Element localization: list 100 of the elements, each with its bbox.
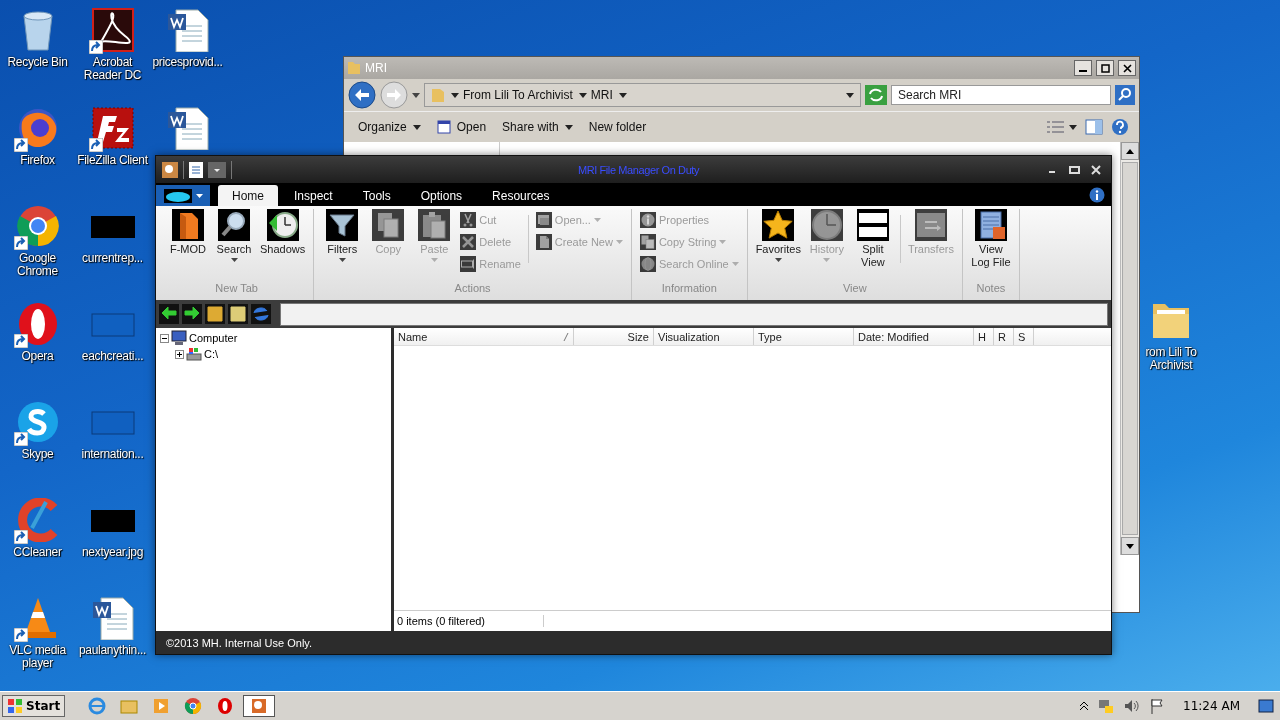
maximize-button[interactable] [1096,60,1114,76]
down-arrow-icon[interactable] [1126,543,1134,549]
column-header[interactable]: Name [394,328,574,345]
clock-icon [810,209,843,241]
forward-button[interactable] [182,304,202,324]
caret-icon [451,92,459,98]
column-header[interactable]: S [1014,328,1034,345]
desktop-icon[interactable]: Firefox [0,104,75,194]
icon-label: VLC media player [8,644,67,670]
ribbon-tab[interactable]: Home [218,185,278,206]
windows-logo-icon [7,698,23,714]
minimize-button[interactable] [1074,60,1092,76]
desktop-icon[interactable]: paulanythin... [75,594,150,684]
cross-icon [460,234,477,250]
app-menu-button[interactable] [156,185,210,206]
scrollbar[interactable] [1120,142,1139,555]
icon-label: eachcreati... [80,350,145,363]
desktop-icon[interactable]: Google Chrome [0,202,75,292]
breadcrumb[interactable]: MRI [590,88,613,102]
flag-icon[interactable] [1149,698,1166,714]
scissors-icon [460,212,477,228]
path-field[interactable] [280,302,1108,326]
notepad-icon[interactable] [189,161,203,178]
collapse-icon[interactable] [160,333,169,343]
ribbon-tab[interactable]: Resources [478,185,564,206]
desktop-icon[interactable]: nextyear.jpg [75,496,150,586]
ribbon-tab[interactable]: Inspect [280,185,347,206]
ribbon-button[interactable]: Split View [850,209,895,269]
up-folder-icon[interactable] [205,304,225,324]
back-button[interactable] [348,81,376,109]
up-arrow-icon[interactable] [1126,148,1134,154]
word-document-icon [165,106,210,150]
icon-label: pricesprovid... [151,56,224,69]
search-icon [218,209,250,241]
icon-label: Google Chrome [16,252,59,278]
preview-pane-icon[interactable] [1085,119,1103,135]
refresh-button[interactable] [865,85,887,105]
column-header[interactable]: Visualization [654,328,754,345]
caret-icon [195,193,203,198]
desktop-icon[interactable]: currentrep... [75,202,150,292]
ribbon-button[interactable]: Favorites [753,209,803,262]
column-header[interactable]: Size [574,328,654,345]
desktop-icon[interactable]: Skype [0,398,75,488]
ribbon-button[interactable]: View Log File [968,209,1013,269]
dropdown-icon[interactable] [208,161,226,178]
start-button[interactable]: Start [2,695,66,717]
ribbon-tab[interactable]: Options [406,185,477,206]
desktop-icon[interactable]: Acrobat Reader DC [75,6,150,96]
info-icon[interactable] [1089,187,1105,203]
desktop-icon[interactable]: FileZilla Client [75,104,150,194]
icon-label: currentrep... [81,252,144,265]
ribbon-button[interactable]: Shadows [258,209,308,256]
toolbar-menu[interactable]: Organize [354,118,425,136]
speaker-icon[interactable] [1123,698,1142,714]
toolbar-button[interactable]: Open [432,118,491,136]
app-icon[interactable] [243,695,276,717]
tree-item[interactable]: Computer [189,332,238,344]
group-label: Notes [976,282,1006,296]
address-bar[interactable]: From Lili To Archivist MRI [424,83,861,107]
column-header[interactable]: Type [754,328,854,345]
maximize-button[interactable] [1067,163,1083,176]
word-document-icon [90,596,135,640]
ribbon-button[interactable]: Search [212,209,256,262]
group-label: New Tab [215,282,258,296]
sort-icon [563,332,569,341]
desktop-icon[interactable]: eachcreati... [75,300,150,390]
ribbon-button[interactable]: F-MOD [166,209,210,256]
icon-label: nextyear.jpg [80,546,145,559]
close-button[interactable] [1118,60,1136,76]
desktop-icon[interactable]: internation... [75,398,150,488]
desktop-icon[interactable]: rom Lili To Archivist [1142,296,1200,386]
funnel-icon [326,209,359,241]
clock[interactable]: 11:24 AM [1183,699,1240,713]
desktop-icon[interactable]: pricesprovid... [150,6,225,96]
toolbar-menu[interactable]: Share with [498,118,577,136]
ribbon-button[interactable]: Filters [320,209,365,262]
tree-item[interactable]: C:\ [204,348,219,360]
search-icon[interactable] [1115,85,1135,105]
refresh-button[interactable] [251,304,271,324]
desktop-icon[interactable]: CCleaner [0,496,75,586]
network-icon[interactable] [1097,698,1116,714]
expand-icon[interactable] [175,349,184,359]
desktop-icon[interactable]: Opera [0,300,75,390]
breadcrumb[interactable]: From Lili To Archivist [463,88,573,102]
ribbon-tab[interactable]: Tools [348,185,405,206]
desktop-icon[interactable]: Recycle Bin [0,6,75,96]
folder-search-icon[interactable] [228,304,248,324]
column-header[interactable]: R [994,328,1014,345]
toolbar-button[interactable]: New folder [584,118,651,136]
desktop-icon[interactable]: VLC media player [0,594,75,684]
ccleaner-icon [15,498,60,542]
copyright-text: ©2013 MH. Internal Use Only. [166,636,313,649]
search-field[interactable]: Search MRI [891,85,1111,105]
help-icon[interactable] [1111,118,1129,136]
back-button[interactable] [159,304,179,324]
column-header[interactable]: Date: Modified [854,328,974,345]
shortcut-arrow-icon [13,334,28,348]
view-options-icon[interactable] [1047,120,1077,134]
chevron-icon[interactable] [1079,701,1090,711]
column-header[interactable]: H [974,328,994,345]
